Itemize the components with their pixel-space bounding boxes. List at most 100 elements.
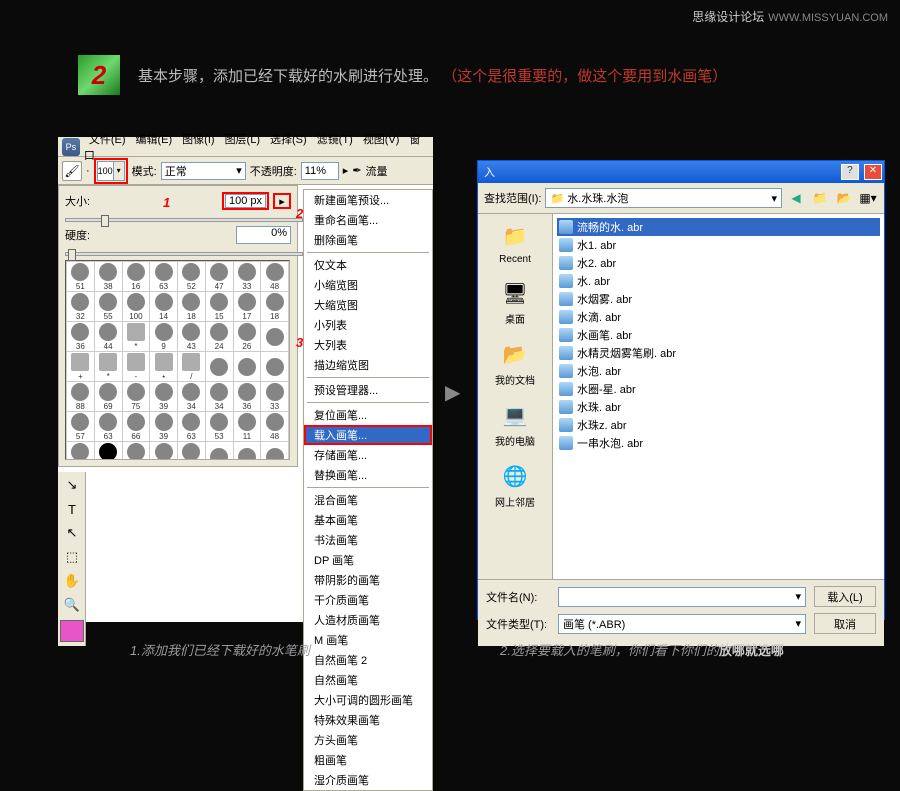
sidebar-place[interactable]: 📂我的文档 [478, 338, 552, 387]
brush-thumbnail[interactable]: 88 [67, 382, 95, 412]
menu-item[interactable]: 仅文本 [304, 255, 432, 275]
menu-item[interactable]: 视图(V) [358, 134, 405, 146]
mode-select[interactable]: 正常▾ [161, 162, 246, 180]
close-button[interactable]: ✕ [864, 164, 882, 180]
brush-thumbnail[interactable] [261, 322, 289, 352]
brush-thumbnail[interactable]: 16 [122, 262, 150, 292]
menu-item[interactable]: 大缩览图 [304, 295, 432, 315]
brush-thumbnail[interactable]: 57 [67, 412, 95, 442]
chevron-down-icon[interactable]: ▾ [236, 164, 242, 177]
menu-item[interactable]: 存储画笔... [304, 445, 432, 465]
menu-item[interactable]: 重命名画笔... [304, 210, 432, 230]
menu-item[interactable]: 干介质画笔 [304, 590, 432, 610]
brush-thumbnail[interactable]: 18 [178, 292, 206, 322]
menu-item[interactable]: 新建画笔预设... [304, 190, 432, 210]
tool-button[interactable]: T [60, 498, 84, 520]
hardness-slider[interactable] [65, 252, 303, 256]
brush-thumbnail[interactable]: 63 [94, 412, 122, 442]
brush-thumbnail[interactable]: * [94, 352, 122, 382]
menu-item[interactable]: 复位画笔... [304, 405, 432, 425]
menu-item[interactable]: 自然画笔 2 [304, 650, 432, 670]
brush-thumbnail[interactable]: 55 [94, 292, 122, 322]
file-item[interactable]: 水. abr [557, 272, 880, 290]
brush-thumbnail[interactable]: / [178, 352, 206, 382]
brush-thumbnail[interactable]: 9 [150, 322, 178, 352]
brush-thumbnail[interactable]: 36 [233, 382, 261, 412]
brush-thumbnail[interactable]: 48 [261, 412, 289, 442]
brush-thumbnail[interactable]: 100 [122, 292, 150, 322]
brush-thumbnail[interactable]: * [122, 322, 150, 352]
tool-button[interactable]: ⬚ [60, 546, 84, 568]
brush-thumbnail[interactable]: 14 [150, 292, 178, 322]
menu-item[interactable]: 基本画笔 [304, 510, 432, 530]
brush-thumbnail[interactable]: 33 [233, 262, 261, 292]
brush-tool-icon[interactable]: 🖌 [62, 161, 82, 181]
chevron-down-icon[interactable]: ▾ [771, 192, 777, 205]
file-list[interactable]: 流畅的水. abr水1. abr水2. abr水. abr水烟雾. abr水滴.… [553, 214, 884, 579]
brush-thumbnail[interactable]: + [67, 352, 95, 382]
sidebar-place[interactable]: 🖥桌面 [478, 277, 552, 326]
sidebar-place[interactable]: 📁Recent [478, 220, 552, 265]
brush-thumbnail[interactable]: 15 [205, 292, 233, 322]
file-item[interactable]: 水珠. abr [557, 398, 880, 416]
menu-item[interactable]: 替换画笔... [304, 465, 432, 485]
size-slider[interactable] [65, 218, 303, 222]
menu-item[interactable]: DP 画笔 [304, 550, 432, 570]
brush-thumbnail[interactable]: 63 [150, 262, 178, 292]
brush-thumbnail[interactable]: 69 [94, 382, 122, 412]
brush-thumbnail[interactable] [205, 352, 233, 382]
chevron-down-icon[interactable]: ▾ [795, 617, 801, 630]
menu-item[interactable]: 方头画笔 [304, 730, 432, 750]
brush-thumbnail[interactable]: 18 [261, 292, 289, 322]
brush-thumbnail[interactable]: 51 [67, 262, 95, 292]
brush-thumbnail[interactable]: 11 [233, 412, 261, 442]
brush-thumbnail[interactable]: 66 [122, 412, 150, 442]
menu-item[interactable]: 编辑(E) [131, 134, 178, 146]
brush-thumbnail[interactable]: ● [94, 442, 122, 461]
back-icon[interactable]: ◀ [786, 188, 806, 208]
file-item[interactable]: 一串水泡. abr [557, 434, 880, 452]
brush-thumbnail[interactable]: 75 [122, 382, 150, 412]
menu-item[interactable]: 小缩览图 [304, 275, 432, 295]
brush-thumbnail[interactable]: 17 [233, 292, 261, 322]
brush-thumbnail[interactable] [205, 442, 233, 461]
new-folder-icon[interactable]: 📂 [834, 188, 854, 208]
brush-thumbnail[interactable]: 43 [178, 322, 206, 352]
brush-thumbnail[interactable]: 44 [94, 322, 122, 352]
file-item[interactable]: 水滴. abr [557, 308, 880, 326]
filetype-select[interactable]: 画笔 (*.ABR)▾ [558, 614, 806, 634]
brush-preset-dropdown[interactable]: 100 ▾ [97, 161, 125, 181]
menu-item[interactable]: 删除画笔 [304, 230, 432, 250]
brush-thumbnail[interactable]: 63 [178, 412, 206, 442]
lookup-combo[interactable]: 📁 水.水珠.水泡 ▾ [545, 188, 782, 208]
menu-item[interactable]: 文件(E) [84, 134, 131, 146]
file-item[interactable]: 水烟雾. abr [557, 290, 880, 308]
tool-button[interactable]: ↖ [60, 522, 84, 544]
menu-item[interactable]: 描边缩览图 [304, 355, 432, 375]
brush-thumbnail[interactable]: 38 [94, 262, 122, 292]
view-menu-icon[interactable]: ▦▾ [858, 188, 878, 208]
menu-item[interactable]: 选择(S) [265, 134, 312, 146]
brush-thumbnail[interactable]: 32 [67, 292, 95, 322]
menu-item[interactable]: 带阴影的画笔 [304, 570, 432, 590]
chevron-down-icon[interactable]: ▾ [113, 162, 124, 180]
menu-item[interactable]: 书法画笔 [304, 530, 432, 550]
menu-item[interactable]: 粗画笔 [304, 750, 432, 770]
brush-thumbnail[interactable]: 26 [233, 322, 261, 352]
filename-input[interactable]: ▾ [558, 587, 806, 607]
menu-item[interactable]: 预设管理器... [304, 380, 432, 400]
foreground-color-swatch[interactable] [60, 620, 84, 642]
brush-thumbnail[interactable]: 40 [150, 442, 178, 461]
tool-button[interactable]: 🔍 [60, 594, 84, 616]
cancel-button[interactable]: 取消 [814, 613, 876, 634]
menu-item[interactable]: 大列表 [304, 335, 432, 355]
brush-thumbnail[interactable] [233, 442, 261, 461]
file-item[interactable]: 水珠z. abr [557, 416, 880, 434]
size-input[interactable]: 100 px [225, 194, 266, 208]
sidebar-place[interactable]: 💻我的电脑 [478, 399, 552, 448]
menu-item[interactable]: 特殊效果画笔 [304, 710, 432, 730]
brush-thumbnail[interactable]: 45 [178, 442, 206, 461]
sidebar-place[interactable]: 🌐网上邻居 [478, 460, 552, 509]
menu-item-load-brushes[interactable]: 载入画笔... [304, 425, 432, 445]
brush-thumbnail[interactable]: 39 [150, 382, 178, 412]
